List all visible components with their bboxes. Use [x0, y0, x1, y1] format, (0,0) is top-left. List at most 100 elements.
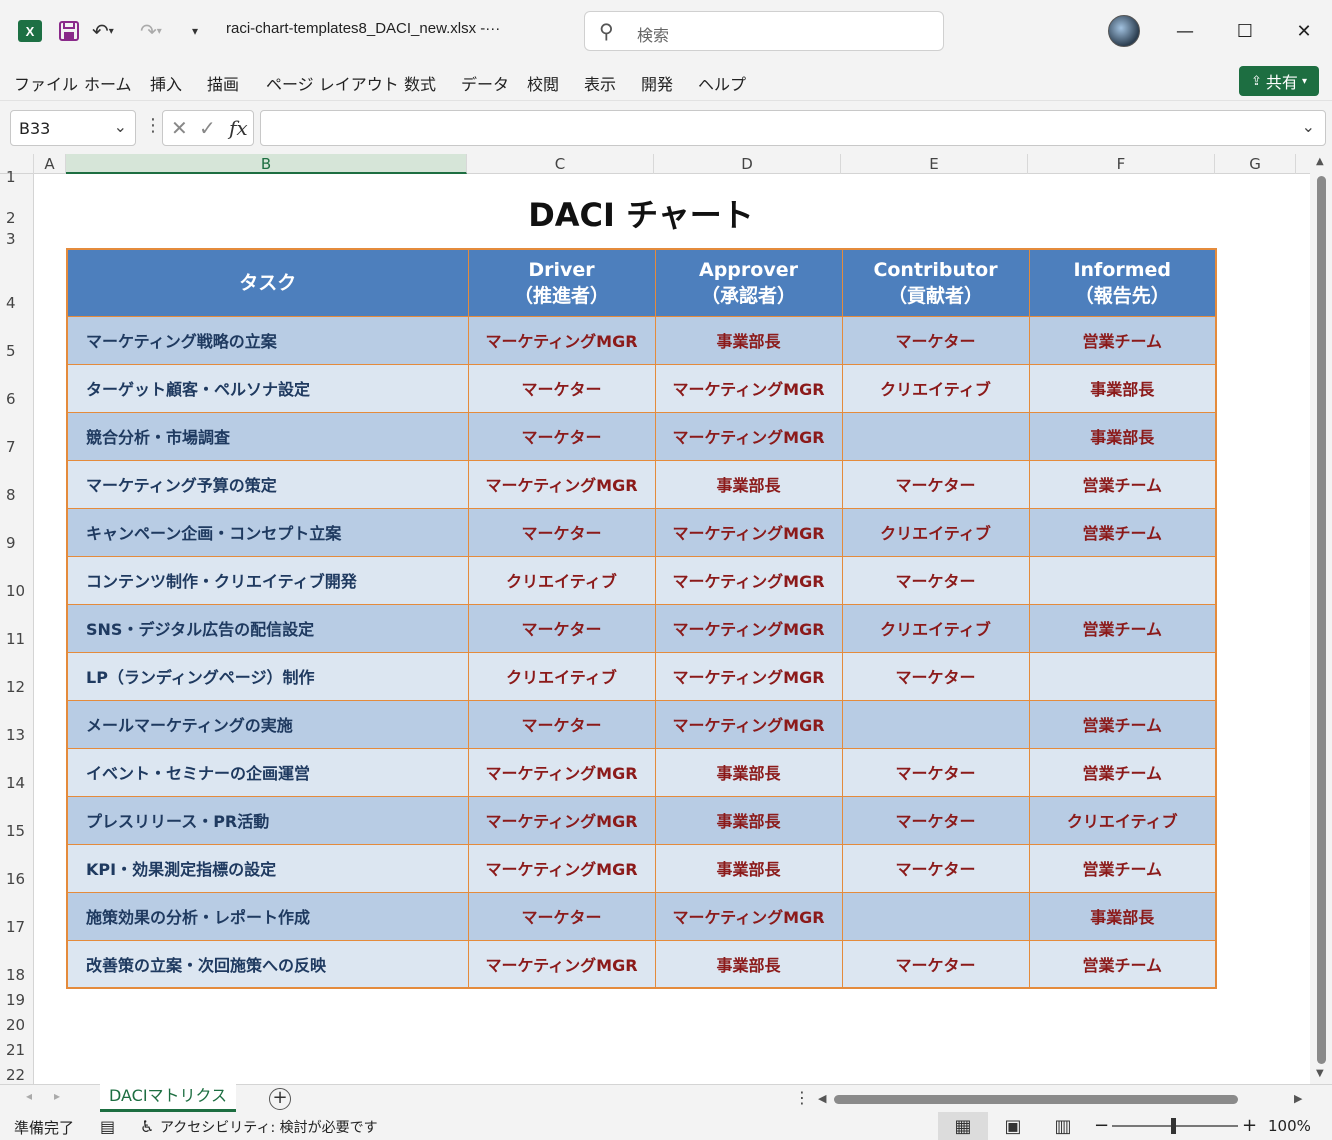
scroll-left-icon[interactable]: ◀	[818, 1092, 826, 1105]
accessibility-icon[interactable]: ♿	[140, 1117, 154, 1136]
close-icon[interactable]: ✕	[1289, 16, 1319, 46]
header-task[interactable]: タスク	[66, 248, 469, 317]
approver-cell[interactable]: 事業部長	[654, 795, 843, 845]
informed-cell[interactable]	[1028, 555, 1217, 605]
row-header[interactable]: 17	[0, 918, 34, 936]
header-approver[interactable]: Approver （承認者）	[654, 248, 843, 317]
driver-cell[interactable]: マーケティングMGR	[467, 795, 656, 845]
row-header[interactable]: 8	[0, 486, 34, 504]
row-header[interactable]: 14	[0, 774, 34, 792]
chevron-down-icon[interactable]: ⌄	[114, 117, 127, 136]
add-sheet-icon[interactable]: +	[269, 1088, 291, 1110]
contributor-cell[interactable]: マーケター	[841, 459, 1030, 509]
informed-cell[interactable]: 営業チーム	[1028, 315, 1217, 365]
informed-cell[interactable]: 営業チーム	[1028, 507, 1217, 557]
task-cell[interactable]: LP（ランディングページ）制作	[66, 651, 469, 701]
share-button[interactable]: ⇪ 共有 ▾	[1239, 66, 1319, 96]
approver-cell[interactable]: 事業部長	[654, 939, 843, 989]
normal-view-icon[interactable]: ▦	[938, 1112, 988, 1140]
row-header[interactable]: 19	[0, 991, 34, 1009]
vertical-scrollbar[interactable]: ▲ ▼	[1310, 154, 1332, 1084]
driver-cell[interactable]: マーケター	[467, 411, 656, 461]
header-driver[interactable]: Driver （推進者）	[467, 248, 656, 317]
maximize-icon[interactable]: ☐	[1230, 16, 1260, 46]
menu-formulas[interactable]: 数式	[404, 71, 436, 95]
menu-file[interactable]: ファイル	[14, 71, 78, 95]
row-header[interactable]: 18	[0, 966, 34, 984]
row-header[interactable]: 21	[0, 1041, 34, 1059]
avatar[interactable]	[1108, 15, 1140, 47]
task-cell[interactable]: マーケティング予算の策定	[66, 459, 469, 509]
row-header[interactable]: 3	[0, 230, 34, 248]
driver-cell[interactable]: マーケター	[467, 603, 656, 653]
approver-cell[interactable]: 事業部長	[654, 747, 843, 797]
prev-sheet-icon[interactable]: ◂	[26, 1089, 32, 1103]
contributor-cell[interactable]: マーケター	[841, 555, 1030, 605]
approver-cell[interactable]: マーケティングMGR	[654, 891, 843, 941]
save-icon[interactable]	[58, 16, 80, 46]
vertical-scroll-thumb[interactable]	[1317, 176, 1326, 1064]
zoom-in-icon[interactable]: +	[1242, 1115, 1257, 1136]
task-cell[interactable]: KPI・効果測定指標の設定	[66, 843, 469, 893]
formula-input[interactable]: ⌄	[260, 110, 1326, 146]
tab-splitter-icon[interactable]: ⋮	[794, 1088, 810, 1107]
informed-cell[interactable]	[1028, 651, 1217, 701]
contributor-cell[interactable]: マーケター	[841, 315, 1030, 365]
menu-help[interactable]: ヘルプ	[698, 71, 746, 95]
scroll-right-icon[interactable]: ▶	[1294, 1092, 1302, 1105]
approver-cell[interactable]: マーケティングMGR	[654, 651, 843, 701]
approver-cell[interactable]: 事業部長	[654, 459, 843, 509]
driver-cell[interactable]: マーケティングMGR	[467, 315, 656, 365]
column-header-a[interactable]: A	[34, 154, 66, 174]
approver-cell[interactable]: マーケティングMGR	[654, 507, 843, 557]
column-header-f[interactable]: F	[1028, 154, 1215, 174]
row-header[interactable]: 6	[0, 390, 34, 408]
row-header[interactable]: 1	[0, 168, 34, 186]
column-header-d[interactable]: D	[654, 154, 841, 174]
approver-cell[interactable]: マーケティングMGR	[654, 699, 843, 749]
column-header-c[interactable]: C	[467, 154, 654, 174]
informed-cell[interactable]: 営業チーム	[1028, 699, 1217, 749]
horizontal-scrollbar[interactable]: ◀ ▶	[816, 1091, 1310, 1107]
menu-insert[interactable]: 挿入	[150, 71, 182, 95]
search-box[interactable]: ⚲ 検索	[584, 11, 944, 51]
driver-cell[interactable]: マーケター	[467, 507, 656, 557]
column-header-g[interactable]: G	[1215, 154, 1296, 174]
row-header[interactable]: 16	[0, 870, 34, 888]
next-sheet-icon[interactable]: ▸	[54, 1089, 60, 1103]
customize-qat-icon[interactable]: ▾	[192, 16, 198, 46]
row-header[interactable]: 10	[0, 582, 34, 600]
task-cell[interactable]: 改善策の立案・次回施策への反映	[66, 939, 469, 989]
row-header[interactable]: 20	[0, 1016, 34, 1034]
row-header[interactable]: 13	[0, 726, 34, 744]
row-header[interactable]: 22	[0, 1066, 34, 1084]
task-cell[interactable]: 施策効果の分析・レポート作成	[66, 891, 469, 941]
row-header[interactable]: 2	[0, 209, 34, 227]
contributor-cell[interactable]: マーケター	[841, 747, 1030, 797]
contributor-cell[interactable]: マーケター	[841, 843, 1030, 893]
scroll-up-icon[interactable]: ▲	[1316, 156, 1324, 167]
name-box[interactable]: B33 ⌄	[10, 110, 136, 146]
minimize-icon[interactable]: —	[1170, 16, 1200, 46]
driver-cell[interactable]: マーケティングMGR	[467, 843, 656, 893]
menu-review[interactable]: 校閲	[527, 71, 559, 95]
menu-view[interactable]: 表示	[584, 71, 616, 95]
approver-cell[interactable]: マーケティングMGR	[654, 411, 843, 461]
row-header[interactable]: 12	[0, 678, 34, 696]
approver-cell[interactable]: 事業部長	[654, 315, 843, 365]
column-header-e[interactable]: E	[841, 154, 1028, 174]
informed-cell[interactable]: 営業チーム	[1028, 843, 1217, 893]
task-cell[interactable]: 競合分析・市場調査	[66, 411, 469, 461]
horizontal-scroll-thumb[interactable]	[834, 1095, 1238, 1104]
accessibility-status[interactable]: アクセシビリティ: 検討が必要です	[160, 1117, 378, 1137]
approver-cell[interactable]: マーケティングMGR	[654, 555, 843, 605]
informed-cell[interactable]: 事業部長	[1028, 891, 1217, 941]
contributor-cell[interactable]: マーケター	[841, 651, 1030, 701]
redo-icon[interactable]: ↷ ▾	[140, 16, 162, 46]
contributor-cell[interactable]: クリエイティブ	[841, 363, 1030, 413]
task-cell[interactable]: メールマーケティングの実施	[66, 699, 469, 749]
driver-cell[interactable]: マーケター	[467, 363, 656, 413]
zoom-out-icon[interactable]: −	[1094, 1115, 1109, 1136]
informed-cell[interactable]: 営業チーム	[1028, 459, 1217, 509]
contributor-cell[interactable]	[841, 411, 1030, 461]
